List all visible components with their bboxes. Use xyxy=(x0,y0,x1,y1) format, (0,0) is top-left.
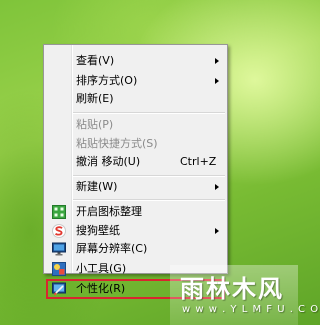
gadgets-icon xyxy=(52,262,66,276)
monitor-icon xyxy=(52,242,66,256)
menu-item-icon-arrange[interactable]: 开启图标整理 xyxy=(44,202,227,222)
menu-item-refresh[interactable]: 刷新(E) xyxy=(44,89,227,109)
menu-separator xyxy=(73,112,225,114)
sogou-wallpaper-icon xyxy=(52,224,66,238)
menu-item-label: 刷新(E) xyxy=(76,92,114,105)
menu-item-view[interactable]: 查看(V) xyxy=(44,51,227,71)
menu-item-undo-move[interactable]: 撤消 移动(U) Ctrl+Z xyxy=(44,152,227,172)
watermark: 雨林木风 w w w . Y L M F U . C O M xyxy=(170,265,320,325)
menu-item-label: 个性化(R) xyxy=(76,282,126,295)
watermark-url: w w w . Y L M F U . C O M xyxy=(182,304,320,315)
menu-item-screen-resolution[interactable]: 屏幕分辨率(C) xyxy=(44,239,227,259)
menu-item-label: 搜狗壁纸 xyxy=(76,224,120,237)
submenu-arrow-icon xyxy=(215,228,219,234)
menu-item-sogou-wallpaper[interactable]: 搜狗壁纸 xyxy=(44,221,227,241)
menu-item-label: 粘贴(P) xyxy=(76,118,114,131)
menu-item-label: 新建(W) xyxy=(76,180,118,193)
personalize-icon xyxy=(52,282,66,296)
menu-item-label: 排序方式(O) xyxy=(76,74,138,87)
menu-item-label: 小工具(G) xyxy=(76,262,127,275)
submenu-arrow-icon xyxy=(215,78,219,84)
menu-item-label: 屏幕分辨率(C) xyxy=(76,242,148,255)
submenu-arrow-icon xyxy=(215,58,219,64)
grid-icon xyxy=(52,205,66,219)
menu-item-label: 开启图标整理 xyxy=(76,205,142,218)
submenu-arrow-icon xyxy=(215,184,219,190)
menu-item-new[interactable]: 新建(W) xyxy=(44,177,227,197)
menu-separator xyxy=(73,199,225,201)
menu-item-paste-shortcut[interactable]: 粘贴快捷方式(S) xyxy=(44,134,227,154)
desktop-context-menu: 查看(V) 排序方式(O) 刷新(E) 粘贴(P) 粘贴快捷方式(S) 撤消 移… xyxy=(43,44,228,299)
menu-item-paste[interactable]: 粘贴(P) xyxy=(44,115,227,135)
menu-item-label: 查看(V) xyxy=(76,54,115,67)
menu-item-shortcut: Ctrl+Z xyxy=(180,155,217,168)
watermark-title: 雨林木风 xyxy=(180,275,284,303)
menu-item-label: 撤消 移动(U) xyxy=(76,155,141,168)
menu-item-label: 粘贴快捷方式(S) xyxy=(76,137,158,150)
menu-item-sort-by[interactable]: 排序方式(O) xyxy=(44,71,227,91)
